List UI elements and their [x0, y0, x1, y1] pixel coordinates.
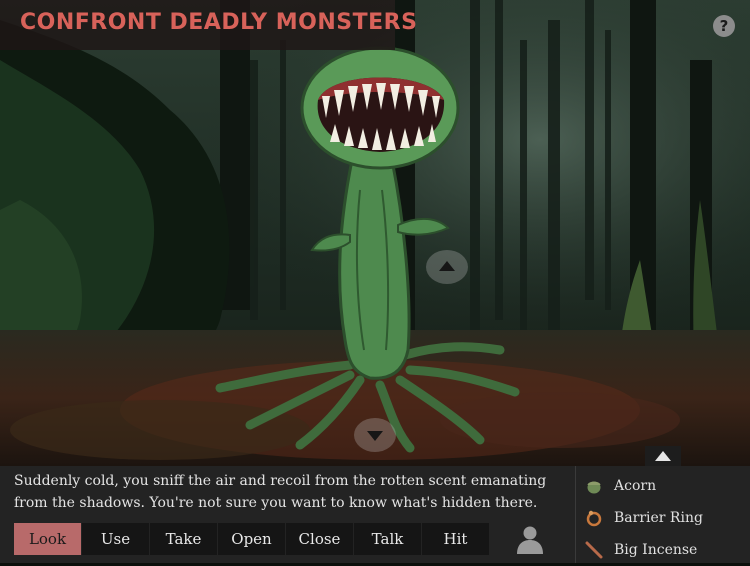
arrow-up-icon — [439, 261, 455, 271]
narration-text: Suddenly cold, you sniff the air and rec… — [14, 473, 547, 511]
ring-icon — [584, 508, 604, 528]
verb-bar: Look Use Take Open Close Talk Hit — [14, 523, 490, 555]
inventory-item-acorn[interactable]: Acorn — [584, 470, 744, 502]
inventory-item-label: Barrier Ring — [614, 510, 703, 526]
inventory-item-label: Big Incense — [614, 542, 698, 558]
inventory-toggle-button[interactable] — [645, 446, 681, 466]
inventory-item-big-incense[interactable]: Big Incense — [584, 534, 744, 566]
verb-close-button[interactable]: Close — [286, 523, 353, 555]
verb-talk-button[interactable]: Talk — [354, 523, 421, 555]
acorn-icon — [584, 476, 604, 496]
verb-hit-button[interactable]: Hit — [422, 523, 489, 555]
arrow-up-icon — [655, 451, 671, 461]
incense-icon — [584, 540, 604, 560]
arrow-down-icon — [367, 431, 383, 441]
panel-divider — [575, 466, 576, 563]
verb-take-button[interactable]: Take — [150, 523, 217, 555]
nav-up-button[interactable] — [426, 250, 468, 284]
help-button[interactable]: ? — [713, 15, 735, 37]
inventory-item-barrier-ring[interactable]: Barrier Ring — [584, 502, 744, 534]
inventory-item-label: Acorn — [614, 478, 657, 494]
verb-look-button[interactable]: Look — [14, 523, 81, 555]
nav-down-button[interactable] — [354, 418, 396, 452]
verb-open-button[interactable]: Open — [218, 523, 285, 555]
verb-use-button[interactable]: Use — [82, 523, 149, 555]
page-title: CONFRONT DEADLY MONSTERS — [20, 10, 418, 35]
forest-scene — [0, 0, 750, 466]
inventory-list: Acorn Barrier Ring Big Incense — [584, 470, 744, 566]
player-avatar-icon[interactable] — [515, 524, 545, 554]
